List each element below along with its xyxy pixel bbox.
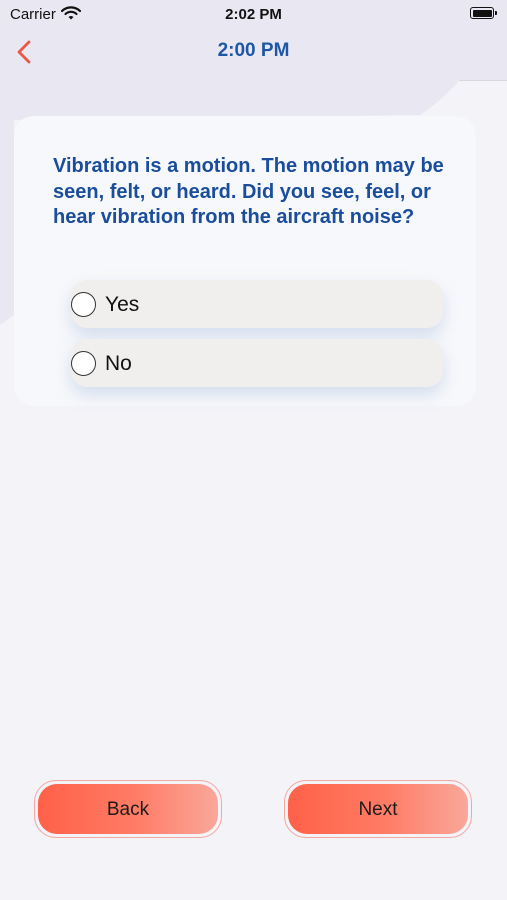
radio-button-icon[interactable]: [71, 351, 96, 376]
option-label: No: [105, 352, 132, 375]
option-yes[interactable]: Yes: [71, 280, 443, 328]
radio-button-icon[interactable]: [71, 292, 96, 317]
status-bar: Carrier 2:02 PM: [0, 0, 507, 28]
question-text: Vibration is a motion. The motion may be…: [53, 155, 444, 228]
battery-icon: [470, 7, 497, 19]
page-title: 2:00 PM: [217, 40, 290, 61]
back-button[interactable]: Back: [34, 780, 222, 838]
option-no[interactable]: No: [71, 339, 443, 387]
navigation-bar: 2:00 PM: [0, 28, 507, 78]
question-card: Vibration is a motion. The motion may be…: [14, 116, 476, 406]
option-label: Yes: [105, 293, 140, 316]
status-time: 2:02 PM: [225, 6, 282, 23]
next-button-label: Next: [358, 799, 398, 820]
next-button[interactable]: Next: [284, 780, 472, 838]
back-button-label: Back: [106, 799, 150, 820]
